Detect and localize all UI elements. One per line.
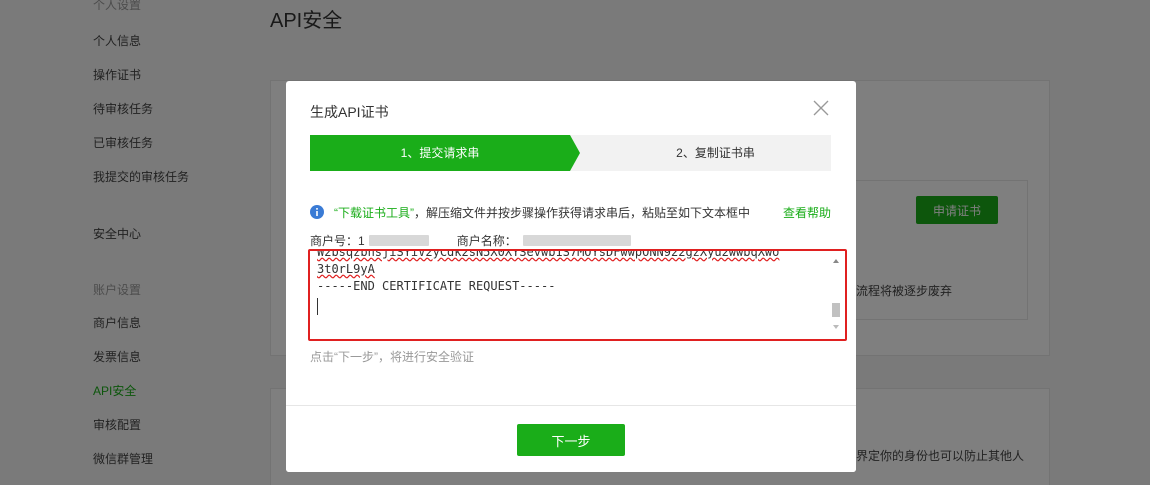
- request-string-textarea-highlight: W2bsqzbhsjiSYiV2yCdk2sN5X0XYSevwb1S7MOYs…: [308, 249, 847, 341]
- merchant-id-label: 商户号：: [310, 234, 359, 248]
- merchant-id-value: 1: [358, 233, 365, 248]
- step-submit-request: 1、提交请求串: [400, 146, 480, 160]
- step-copy-cert: 2、复制证书串: [676, 146, 755, 160]
- textarea-line: W2bsqzbhsjiSYiV2yCdk2sN5X0XYSevwb1S7MOYs…: [317, 251, 780, 259]
- scroll-thumb[interactable]: [832, 303, 840, 317]
- dialog-title: 生成API证书: [310, 104, 389, 120]
- textarea-scrollbar[interactable]: [831, 259, 841, 329]
- instruction-notice: “下载证书工具” ，解压缩文件并按步骤操作获得请求串后，粘贴至如下文本框中 查看…: [310, 204, 831, 220]
- scroll-down-arrow-icon[interactable]: [833, 325, 839, 329]
- step-indicator: 1、提交请求串 2、复制证书串: [310, 135, 831, 171]
- dialog-footer: 下一步: [286, 405, 856, 472]
- merchant-name-label: 商户名称：: [456, 234, 517, 248]
- download-tool-link[interactable]: “下载证书工具”: [334, 204, 414, 221]
- help-link[interactable]: 查看帮助: [783, 204, 831, 221]
- merchant-info-row: 商户号： 1 商户名称：: [310, 232, 631, 249]
- request-string-textarea[interactable]: W2bsqzbhsjiSYiV2yCdk2sN5X0XYSevwb1S7MOYs…: [317, 251, 827, 335]
- merchant-name-redacted: [522, 235, 631, 246]
- info-icon: [310, 205, 324, 219]
- generate-api-cert-dialog: 生成API证书 1、提交请求串 2、复制证书串 “下载证书工具” ，解压缩文件并…: [286, 81, 856, 472]
- scroll-up-arrow-icon[interactable]: [833, 259, 839, 263]
- merchant-id-redacted: [368, 235, 429, 246]
- textarea-line: 3t0rL9yA: [317, 262, 375, 276]
- security-hint: 点击“下一步”，将进行安全验证: [310, 350, 474, 364]
- next-step-button[interactable]: 下一步: [517, 424, 625, 456]
- textarea-line: -----END CERTIFICATE REQUEST-----: [317, 279, 556, 293]
- text-caret: [317, 298, 318, 315]
- instruction-text: ，解压缩文件并按步骤操作获得请求串后，粘贴至如下文本框中: [414, 205, 751, 220]
- close-icon[interactable]: [812, 99, 830, 117]
